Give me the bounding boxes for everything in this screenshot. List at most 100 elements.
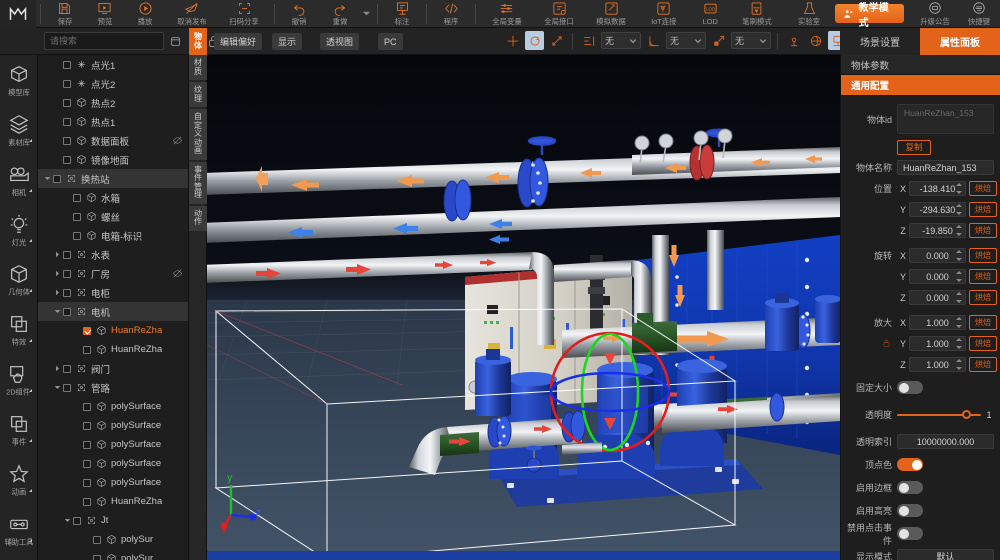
search-input[interactable]	[45, 36, 163, 46]
tree-node-checkbox[interactable]	[83, 422, 91, 430]
bake-position-x-button[interactable]: 烘焙	[969, 181, 997, 196]
group-icon[interactable]	[168, 32, 183, 50]
chip-perspective[interactable]: 透视图	[320, 33, 359, 50]
tree-node-11[interactable]: 厂房	[38, 264, 188, 283]
vtab-texture[interactable]: 纹理	[189, 82, 207, 107]
opacity-slider[interactable]	[897, 408, 981, 421]
tree-node-9[interactable]: 电箱-标识	[38, 226, 188, 245]
position-x-input[interactable]: -138.410	[909, 181, 966, 196]
rotation-z-stepper[interactable]	[956, 292, 963, 303]
scale-z-input[interactable]: 1.000	[909, 357, 966, 372]
teaching-mode-button[interactable]: 教学模式	[835, 4, 903, 23]
tree-node-23[interactable]: HuanReZha	[38, 492, 188, 511]
tree-node-checkbox[interactable]	[63, 80, 71, 88]
bake-scale-x-button[interactable]: 烘焙	[969, 315, 997, 330]
tree-node-24[interactable]: Jt	[38, 511, 188, 530]
rail-item-light[interactable]: 灯光	[0, 205, 37, 255]
bake-position-z-button[interactable]: 烘焙	[969, 223, 997, 238]
preview-button[interactable]: 预览	[85, 0, 125, 28]
tree-node-10[interactable]: 水表	[38, 245, 188, 264]
rail-item-helper-tools[interactable]: 辅助工具	[0, 505, 37, 555]
scale-y-stepper[interactable]	[956, 338, 963, 349]
rail-item-animation[interactable]: 动画	[0, 455, 37, 505]
tree-node-15[interactable]: HuanReZha	[38, 340, 188, 359]
tree-node-checkbox[interactable]	[63, 308, 71, 316]
tree-node-6[interactable]: 换热站	[38, 169, 188, 188]
tree-node-0[interactable]: 点光1	[38, 55, 188, 74]
lod-button[interactable]: LOD LOD	[690, 0, 730, 28]
tab-property-panel[interactable]: 属性面板	[920, 28, 1000, 55]
tree-node-checkbox[interactable]	[63, 118, 71, 126]
program-button[interactable]: 程序	[431, 0, 471, 28]
chip-platform[interactable]: PC	[378, 33, 403, 50]
sim-data-button[interactable]: 模拟数据	[585, 0, 637, 28]
tree-node-checkbox[interactable]	[63, 251, 71, 259]
tree-expand-arrow[interactable]	[52, 289, 63, 296]
tree-node-20[interactable]: polySurface	[38, 435, 188, 454]
rail-item-2d-widget[interactable]: 2D组件	[0, 355, 37, 405]
rotation-y-stepper[interactable]	[956, 271, 963, 282]
tree-node-2[interactable]: 热点2	[38, 93, 188, 112]
props-active-section[interactable]: 通用配置	[841, 75, 1000, 95]
rail-item-effects[interactable]: 特效	[0, 305, 37, 355]
vtab-material[interactable]: 材质	[189, 55, 207, 80]
tree-node-checkbox[interactable]	[93, 555, 101, 560]
tree-collapse-arrow[interactable]	[52, 308, 63, 315]
position-x-stepper[interactable]	[956, 183, 963, 194]
tree-node-checkbox[interactable]	[73, 517, 81, 525]
tree-node-checkbox[interactable]	[53, 175, 61, 183]
position-y-stepper[interactable]	[956, 204, 963, 215]
redo-button[interactable]: 重做	[320, 0, 360, 28]
position-y-input[interactable]: -294.630	[909, 202, 966, 217]
tree-node-3[interactable]: 热点1	[38, 112, 188, 131]
tree-expand-arrow[interactable]	[52, 270, 63, 277]
tree-node-checkbox[interactable]	[83, 498, 91, 506]
undo-button[interactable]: 撤销	[279, 0, 319, 28]
rotation-x-input[interactable]: 0.000	[909, 248, 966, 263]
move-tool-button[interactable]	[503, 31, 522, 50]
tree-expand-arrow[interactable]	[52, 365, 63, 372]
tree-node-21[interactable]: polySurface	[38, 454, 188, 473]
tree-node-checkbox[interactable]	[73, 194, 81, 202]
position-z-input[interactable]: -19.850	[909, 223, 966, 238]
tree-node-checkbox[interactable]	[83, 327, 91, 335]
bake-scale-y-button[interactable]: 烘焙	[969, 336, 997, 351]
tree-node-18[interactable]: polySurface	[38, 397, 188, 416]
tree-node-19[interactable]: polySurface	[38, 416, 188, 435]
global-api-button[interactable]: 全局接口	[533, 0, 585, 28]
scale-x-input[interactable]: 1.000	[909, 315, 966, 330]
tree-node-checkbox[interactable]	[63, 137, 71, 145]
tree-node-1[interactable]: 点光2	[38, 74, 188, 93]
tree-node-26[interactable]: polySur	[38, 549, 188, 560]
world-local-button[interactable]	[806, 31, 825, 50]
fixed-size-toggle[interactable]	[897, 381, 923, 394]
lab-button[interactable]: 实验室	[783, 0, 835, 28]
tree-node-checkbox[interactable]	[73, 213, 81, 221]
global-variable-button[interactable]: 全局变量	[480, 0, 532, 28]
tree-node-13[interactable]: 电机	[38, 302, 188, 321]
position-z-stepper[interactable]	[956, 225, 963, 236]
tree-node-14[interactable]: HuanReZha	[38, 321, 188, 340]
hidden-eye-icon[interactable]	[172, 135, 183, 146]
enable-highlight-toggle[interactable]	[897, 504, 923, 517]
tree-node-22[interactable]: polySurface	[38, 473, 188, 492]
tree-collapse-arrow[interactable]	[42, 175, 53, 182]
snap-angle-select[interactable]: 无	[666, 32, 706, 49]
object-tab[interactable]: 物体	[189, 28, 207, 55]
tree-collapse-arrow[interactable]	[62, 517, 73, 524]
rail-item-geometry[interactable]: 几何体	[0, 255, 37, 305]
tree-node-checkbox[interactable]	[63, 61, 71, 69]
snap-scale-select[interactable]: 无	[731, 32, 771, 49]
scale-tool-button[interactable]	[547, 31, 566, 50]
tree-search-box[interactable]	[44, 32, 164, 50]
tree-node-checkbox[interactable]	[83, 441, 91, 449]
tree-collapse-arrow[interactable]	[52, 384, 63, 391]
tree-node-checkbox[interactable]	[63, 270, 71, 278]
rail-item-model-library[interactable]: 模型库	[0, 55, 37, 105]
scale-snap-button[interactable]	[709, 31, 728, 50]
annotate-button[interactable]: 标注	[382, 0, 422, 28]
unpublish-button[interactable]: 取消发布	[165, 0, 217, 28]
rotation-y-input[interactable]: 0.000	[909, 269, 966, 284]
rotation-z-input[interactable]: 0.000	[909, 290, 966, 305]
tree-node-17[interactable]: 管路	[38, 378, 188, 397]
